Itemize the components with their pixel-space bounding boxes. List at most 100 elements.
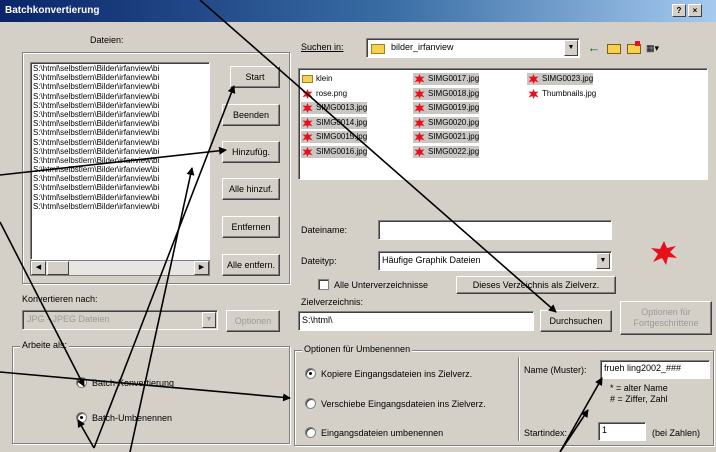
pattern-hint-2: # = Ziffer, Zahl bbox=[610, 394, 668, 404]
file-list-item[interactable]: S:\html\selbstlern\Bilder\irfanview\bi bbox=[33, 110, 207, 119]
image-file-icon bbox=[302, 88, 313, 99]
work-as-label: Arbeite als: bbox=[20, 340, 70, 350]
browser-file-item[interactable]: SIMG0014.jpg bbox=[301, 116, 368, 129]
browser-file-item[interactable]: SIMG0021.jpg bbox=[413, 131, 480, 143]
radio-batch-convert-label: Batch-Konvertierung bbox=[92, 378, 175, 388]
name-pattern-field[interactable]: frueh ling2002_### bbox=[600, 360, 710, 379]
browser-file-item[interactable]: rose.png bbox=[301, 88, 347, 100]
file-list-item[interactable]: S:\html\selbstlern\Bilder\irfanview\bi bbox=[33, 92, 207, 101]
name-pattern-label: Name (Muster): bbox=[524, 365, 587, 375]
scroll-thumb[interactable] bbox=[47, 261, 69, 275]
file-list-item[interactable]: S:\html\selbstlern\Bilder\irfanview\bi bbox=[33, 101, 207, 110]
radio-copy-files[interactable] bbox=[305, 368, 316, 379]
browser-file-item[interactable]: SIMG0015.jpg bbox=[301, 131, 368, 143]
browser-file-item[interactable]: SIMG0020.jpg bbox=[413, 116, 480, 129]
browser-file-name: SIMG0016.jpg bbox=[316, 146, 368, 156]
files-label: Dateien: bbox=[90, 35, 124, 45]
filename-label: Dateiname: bbox=[301, 225, 348, 235]
start-button[interactable]: Start bbox=[230, 66, 280, 88]
file-list-item[interactable]: S:\html\selbstlern\Bilder\irfanview\bi bbox=[33, 147, 207, 156]
image-file-icon bbox=[528, 74, 539, 84]
file-list[interactable]: S:\html\selbstlern\Bilder\irfanview\bi S:… bbox=[30, 62, 210, 260]
up-folder-icon[interactable] bbox=[606, 41, 622, 55]
browser-file-item[interactable]: Thumbnails.jpg bbox=[527, 88, 596, 100]
image-file-icon bbox=[302, 103, 313, 113]
preview-image-icon bbox=[651, 241, 677, 265]
start-index-field[interactable]: 1 bbox=[598, 422, 646, 441]
image-file-icon bbox=[414, 88, 425, 99]
format-select-value: JPG - JPEG Dateien bbox=[27, 314, 110, 324]
scroll-right-icon[interactable]: ▶ bbox=[194, 261, 209, 275]
file-list-item[interactable]: S:\html\selbstlern\Bilder\irfanview\bi bbox=[33, 138, 207, 147]
dropdown-arrow-icon[interactable]: ▼ bbox=[564, 40, 578, 56]
target-dir-field[interactable]: S:\html\ bbox=[298, 311, 534, 331]
file-list-item[interactable]: S:\html\selbstlern\Bilder\irfanview\bi bbox=[33, 183, 207, 192]
remove-button[interactable]: Entfernen bbox=[222, 216, 280, 238]
file-list-item[interactable]: S:\html\selbstlern\Bilder\irfanview\bi bbox=[33, 202, 207, 211]
image-file-icon bbox=[414, 132, 425, 142]
remove-all-button[interactable]: Alle entfern. bbox=[222, 254, 280, 276]
title-bar: Batchkonvertierung ? × bbox=[0, 0, 716, 22]
image-file-icon bbox=[414, 117, 425, 128]
browser-file-item[interactable]: SIMG0013.jpg bbox=[301, 102, 368, 114]
scroll-left-icon[interactable]: ◀ bbox=[31, 261, 46, 275]
browser-file-name: SIMG0019.jpg bbox=[428, 103, 480, 112]
target-dir-value: S:\html\ bbox=[302, 315, 333, 325]
browser-file-item[interactable]: SIMG0016.jpg bbox=[301, 145, 368, 158]
radio-batch-convert[interactable] bbox=[76, 377, 87, 388]
look-in-label: Suchen in: bbox=[301, 42, 344, 52]
browse-button[interactable]: Durchsuchen bbox=[540, 310, 612, 332]
dropdown-arrow-icon[interactable]: ▼ bbox=[596, 253, 610, 269]
back-icon[interactable]: ← bbox=[586, 40, 602, 56]
filetype-select[interactable]: Häufige Graphik Dateien ▼ bbox=[378, 251, 612, 271]
radio-move-files-label: Verschiebe Eingangsdateien ins Zielverz. bbox=[321, 399, 486, 409]
filename-field[interactable] bbox=[378, 220, 612, 240]
radio-move-files[interactable] bbox=[305, 398, 316, 409]
browser-file-item[interactable]: SIMG0018.jpg bbox=[413, 87, 480, 100]
file-list-item[interactable]: S:\html\selbstlern\Bilder\irfanview\bi bbox=[33, 64, 207, 73]
view-menu-icon[interactable]: ▦▾ bbox=[646, 41, 666, 55]
image-file-icon bbox=[302, 146, 313, 157]
browser-file-item[interactable]: SIMG0017.jpg bbox=[413, 73, 480, 85]
file-list-item[interactable]: S:\html\selbstlern\Bilder\irfanview\bi bbox=[33, 174, 207, 183]
separator bbox=[518, 357, 519, 441]
all-subdirs-checkbox[interactable] bbox=[318, 279, 329, 290]
close-button[interactable]: × bbox=[688, 4, 702, 17]
radio-rename-files[interactable] bbox=[305, 427, 316, 438]
file-list-item[interactable]: S:\html\selbstlern\Bilder\irfanview\bi bbox=[33, 165, 207, 174]
file-list-scrollbar[interactable]: ◀ ▶ bbox=[30, 260, 210, 276]
file-list-item[interactable]: S:\html\selbstlern\Bilder\irfanview\bi bbox=[33, 82, 207, 91]
dropdown-arrow-icon[interactable]: ▼ bbox=[202, 312, 216, 328]
new-folder-icon[interactable] bbox=[626, 41, 642, 55]
browser-file-item[interactable]: SIMG0022.jpg bbox=[413, 145, 480, 158]
file-list-item[interactable]: S:\html\selbstlern\Bilder\irfanview\bi bbox=[33, 156, 207, 165]
format-options-button[interactable]: Optionen bbox=[226, 310, 280, 332]
help-button[interactable]: ? bbox=[672, 4, 686, 17]
start-index-label: Startindex: bbox=[524, 428, 568, 438]
look-in-value: bilder_irfanview bbox=[391, 42, 454, 52]
file-list-item[interactable]: S:\html\selbstlern\Bilder\irfanview\bi bbox=[33, 128, 207, 137]
radio-batch-rename-label: Batch-Umbenennen bbox=[92, 413, 173, 423]
format-select[interactable]: JPG - JPEG Dateien ▼ bbox=[22, 310, 218, 330]
advanced-options-button[interactable]: Optionen für Fortgeschrittene bbox=[620, 301, 712, 335]
name-pattern-value: frueh ling2002_### bbox=[604, 363, 682, 373]
browser-file-item[interactable]: SIMG0019.jpg bbox=[413, 102, 480, 114]
add-button[interactable]: Hinzufüg. bbox=[222, 141, 280, 163]
batch-conversion-dialog: Batchkonvertierung ? × Dateien: S:\html\… bbox=[0, 0, 716, 452]
all-subdirs-label: Alle Unterverzeichnisse bbox=[334, 280, 429, 290]
file-browser[interactable]: klein rose.png SIMG0013.jpg SIMG0014.jpg SIM… bbox=[298, 68, 708, 180]
image-file-icon bbox=[302, 132, 313, 142]
pattern-hint-1: * = alter Name bbox=[610, 383, 668, 393]
look-in-select[interactable]: bilder_irfanview ▼ bbox=[366, 38, 580, 58]
add-all-button[interactable]: Alle hinzuf. bbox=[222, 178, 280, 200]
work-as-group bbox=[12, 346, 290, 444]
file-list-item[interactable]: S:\html\selbstlern\Bilder\irfanview\bi bbox=[33, 193, 207, 202]
beenden-button[interactable]: Beenden bbox=[222, 104, 280, 126]
file-list-item[interactable]: S:\html\selbstlern\Bilder\irfanview\bi bbox=[33, 73, 207, 82]
browser-file-item[interactable]: SIMG0023.jpg bbox=[527, 73, 594, 85]
use-dir-as-target-button[interactable]: Dieses Verzeichnis als Zielverz. bbox=[456, 276, 616, 294]
browser-file-item[interactable]: klein bbox=[301, 73, 332, 85]
radio-batch-rename[interactable] bbox=[76, 412, 87, 423]
file-list-item[interactable]: S:\html\selbstlern\Bilder\irfanview\bi bbox=[33, 119, 207, 128]
start-index-value: 1 bbox=[602, 425, 608, 435]
